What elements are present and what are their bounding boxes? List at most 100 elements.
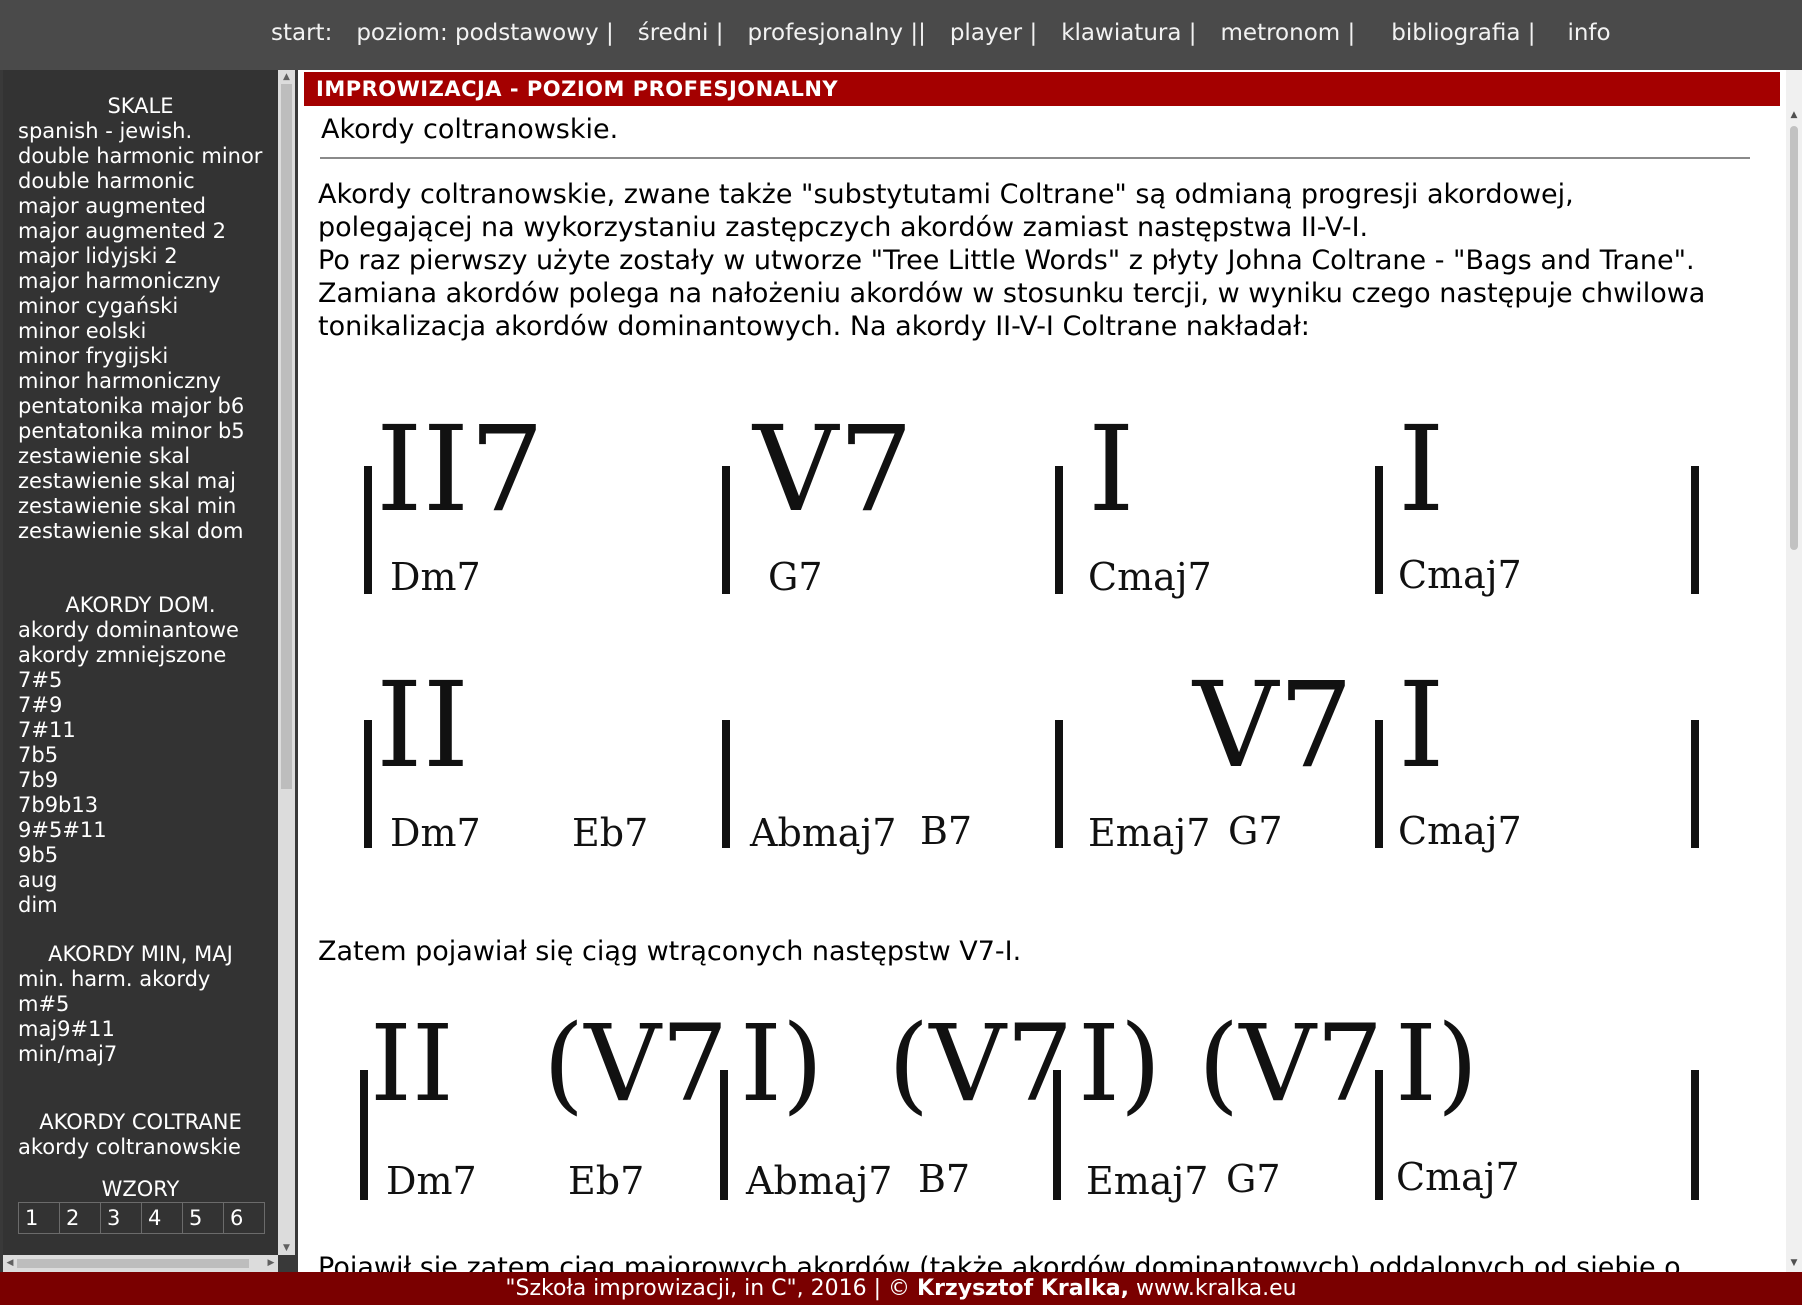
scroll-up-arrow-icon[interactable]: ▲ xyxy=(1786,108,1802,122)
sidebar-link[interactable]: akordy coltranowskie xyxy=(3,1135,278,1160)
sidebar-link[interactable]: 7b9b13 xyxy=(3,793,278,818)
bar-line xyxy=(364,466,372,594)
roman-numeral: (V7 xyxy=(1198,1002,1383,1125)
chord-name: Cmaj7 xyxy=(1396,1155,1520,1199)
bar-line xyxy=(722,720,730,848)
top-navigation: start: poziom: podstawowy | średni | pro… xyxy=(0,0,1802,71)
sidebar-vertical-scrollbar[interactable]: ▲ ▼ xyxy=(278,70,295,1255)
sidebar-scroll-thumb[interactable] xyxy=(281,84,292,789)
sidebar-link[interactable]: minor cygański xyxy=(3,294,278,319)
chord-name: Emaj7 xyxy=(1086,1159,1208,1203)
sidebar-link[interactable]: major augmented 2 xyxy=(3,219,278,244)
footer-author: Krzysztof Kralka, xyxy=(917,1276,1129,1301)
sidebar-link[interactable]: major augmented xyxy=(3,194,278,219)
sidebar-link[interactable]: akordy zmniejszone xyxy=(3,643,278,668)
nav-link-sredni[interactable]: średni | xyxy=(638,20,724,46)
sidebar-link[interactable]: zestawienie skal dom xyxy=(3,519,278,544)
scroll-right-arrow-icon[interactable]: ▶ xyxy=(264,1255,278,1272)
between-paragraph: Zatem pojawiał się ciąg wtrąconych nastę… xyxy=(318,936,1022,967)
sidebar-link[interactable]: 7#5 xyxy=(3,668,278,693)
chord-row-3: II (V7 I) (V7 I) (V7 I) Dm7 Eb7 Abmaj7 B… xyxy=(360,1002,1699,1203)
wzory-cell[interactable]: 1 xyxy=(18,1202,60,1234)
sidebar: SKALE spanish - jewish. double harmonic … xyxy=(0,70,298,1272)
sidebar-link[interactable]: 7b9 xyxy=(3,768,278,793)
chord-name: B7 xyxy=(920,809,972,853)
sidebar-link[interactable]: major lidyjski 2 xyxy=(3,244,278,269)
sidebar-horizontal-scrollbar[interactable]: ◀ ▶ xyxy=(3,1255,278,1272)
sidebar-link[interactable]: major harmoniczny xyxy=(3,269,278,294)
sidebar-hscroll-thumb[interactable] xyxy=(17,1259,249,1268)
sidebar-link[interactable]: min/maj7 xyxy=(3,1042,278,1067)
sidebar-link[interactable]: spanish - jewish. xyxy=(3,119,278,144)
nav-link-profesjonalny[interactable]: profesjonalny || xyxy=(747,20,925,46)
main-vertical-scrollbar[interactable]: ▲ ▼ xyxy=(1786,70,1802,1272)
sidebar-menu[interactable]: SKALE spanish - jewish. double harmonic … xyxy=(3,70,278,1255)
bar-line xyxy=(1375,720,1383,848)
nav-items: start: poziom: podstawowy | średni | pro… xyxy=(271,20,1611,46)
sidebar-link[interactable]: minor frygijski xyxy=(3,344,278,369)
sidebar-link[interactable]: dim xyxy=(3,893,278,918)
sidebar-heading-akordy-min-maj: AKORDY MIN, MAJ xyxy=(48,942,233,966)
sidebar-link[interactable]: pentatonika minor b5 xyxy=(3,419,278,444)
chord-diagrams: II7 V7 I I Dm7 G7 Cmaj7 Cmaj7 II V7 I Dm… xyxy=(360,400,1699,1203)
wzory-cell[interactable]: 5 xyxy=(182,1202,224,1234)
sidebar-link[interactable]: minor eolski xyxy=(3,319,278,344)
roman-numeral: (V7 xyxy=(543,1002,728,1125)
scroll-down-arrow-icon[interactable]: ▼ xyxy=(1786,1256,1802,1270)
sidebar-link[interactable]: 7#9 xyxy=(3,693,278,718)
nav-link-player[interactable]: player | xyxy=(950,20,1037,46)
bar-line xyxy=(360,1070,368,1200)
bar-line xyxy=(1055,720,1063,848)
sidebar-link[interactable]: 9b5 xyxy=(3,843,278,868)
nav-link-podstawowy[interactable]: poziom: podstawowy | xyxy=(356,20,613,46)
main-scroll-thumb[interactable] xyxy=(1790,126,1798,550)
scroll-down-arrow-icon[interactable]: ▼ xyxy=(278,1241,295,1255)
nav-link-klawiatura[interactable]: klawiatura | xyxy=(1061,20,1196,46)
nav-start-label: start: xyxy=(271,20,333,46)
sidebar-link[interactable]: zestawienie skal maj xyxy=(3,469,278,494)
sidebar-link[interactable]: double harmonic xyxy=(3,169,278,194)
wzory-cell[interactable]: 3 xyxy=(100,1202,142,1234)
main-content: IMPROWIZACJA - POZIOM PROFESJONALNY Akor… xyxy=(298,70,1786,1283)
sidebar-link[interactable]: aug xyxy=(3,868,278,893)
nav-link-metronom[interactable]: metronom | xyxy=(1221,20,1356,46)
roman-numeral: V7 xyxy=(1191,656,1353,794)
sidebar-link[interactable]: 7b5 xyxy=(3,743,278,768)
sidebar-link[interactable]: maj9#11 xyxy=(3,1017,278,1042)
bar-line xyxy=(364,720,372,848)
sidebar-link[interactable]: minor harmoniczny xyxy=(3,369,278,394)
nav-link-bibliografia[interactable]: bibliografia | xyxy=(1391,20,1535,46)
chord-name: G7 xyxy=(768,555,823,599)
roman-numeral: I xyxy=(1398,400,1445,538)
chord-name: Abmaj7 xyxy=(745,1159,892,1203)
sidebar-link[interactable]: m#5 xyxy=(3,992,278,1017)
sidebar-link[interactable]: zestawienie skal min xyxy=(3,494,278,519)
chord-name: Dm7 xyxy=(386,1159,477,1203)
sidebar-link[interactable]: min. harm. akordy xyxy=(3,967,278,992)
nav-link-info[interactable]: info xyxy=(1567,20,1610,46)
wzory-cell[interactable]: 4 xyxy=(141,1202,183,1234)
chord-name: Cmaj7 xyxy=(1398,809,1522,853)
chord-name: Dm7 xyxy=(390,555,481,599)
sidebar-link[interactable]: double harmonic minor xyxy=(3,144,278,169)
footer-site-link[interactable]: www.kralka.eu xyxy=(1129,1276,1297,1301)
sidebar-link[interactable]: akordy dominantowe xyxy=(3,618,278,643)
sidebar-heading-akordy-dom: AKORDY DOM. xyxy=(65,593,216,617)
wzory-cell[interactable]: 2 xyxy=(59,1202,101,1234)
roman-numeral: I) xyxy=(1078,1002,1161,1125)
chord-row-1: II7 V7 I I Dm7 G7 Cmaj7 Cmaj7 xyxy=(364,400,1699,599)
sidebar-link[interactable]: 9#5#11 xyxy=(3,818,278,843)
roman-numeral: II7 xyxy=(376,400,544,538)
chord-name: Emaj7 xyxy=(1088,811,1210,855)
footer-prefix: "Szkoła improwizacji, in C", 2016 | © xyxy=(505,1276,918,1301)
sidebar-heading-skale: SKALE xyxy=(107,94,174,118)
sidebar-link[interactable]: 7#11 xyxy=(3,718,278,743)
scroll-up-arrow-icon[interactable]: ▲ xyxy=(278,70,295,84)
sidebar-link[interactable]: zestawienie skal xyxy=(3,444,278,469)
scroll-left-arrow-icon[interactable]: ◀ xyxy=(3,1255,17,1272)
wzory-cell[interactable]: 6 xyxy=(223,1202,265,1234)
sidebar-link[interactable]: pentatonika major b6 xyxy=(3,394,278,419)
chord-name: Cmaj7 xyxy=(1398,553,1522,597)
chord-name: Abmaj7 xyxy=(749,811,896,855)
roman-numeral: II xyxy=(376,656,469,794)
